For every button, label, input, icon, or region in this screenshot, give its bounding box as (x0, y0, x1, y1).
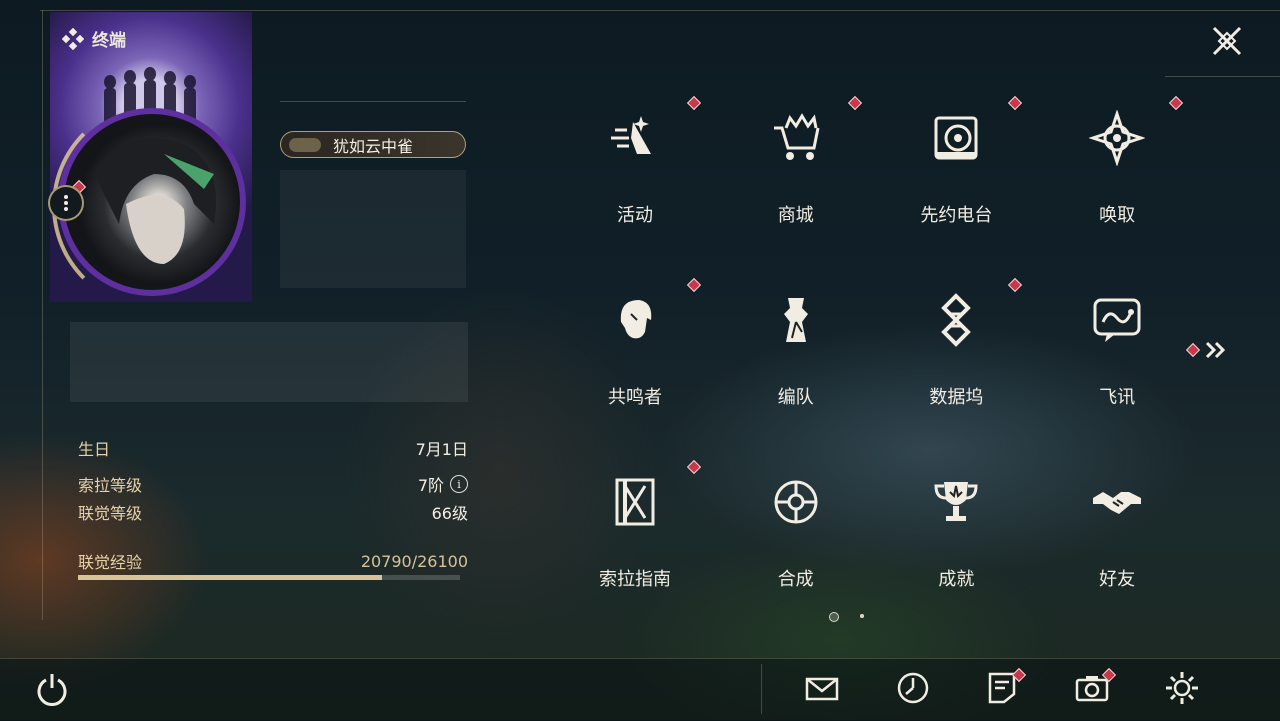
menu-tile-synthesis[interactable]: 合成 (716, 444, 876, 624)
exp-progress-bar (78, 575, 460, 580)
bottom-divider (761, 664, 762, 714)
next-page-button[interactable] (1185, 340, 1228, 360)
stat-value: 7阶 (417, 476, 444, 495)
stat-label: 联觉经验 (78, 553, 143, 572)
diamond-cluster-icon (62, 27, 84, 50)
menu-tile-label: 商城 (777, 205, 814, 226)
player-name: 犹如云中雀 (332, 136, 413, 156)
message-icon (1089, 292, 1145, 348)
notification-badge (686, 459, 702, 475)
menu-tile-label: 共鸣者 (608, 387, 662, 408)
event-icon (607, 110, 663, 166)
menu-tile-label: 索拉指南 (599, 569, 671, 590)
menu-tile-radio[interactable]: 先约电台 (876, 80, 1036, 260)
section-title-text: 终端 (92, 31, 126, 51)
notification-badge (847, 95, 862, 111)
menu-tile-shop[interactable]: 商城 (716, 80, 876, 260)
stat-birthday: 生日 7月1日 (78, 436, 468, 460)
profile-info-block (280, 170, 466, 288)
mail-button[interactable] (802, 668, 842, 708)
stat-label: 生日 (78, 440, 111, 459)
menu-tile-message[interactable]: 飞讯 (1037, 262, 1197, 442)
camera-button[interactable] (1072, 667, 1117, 708)
menu-tile-guidebook[interactable]: 索拉指南 (555, 444, 715, 624)
databank-icon (928, 292, 984, 348)
guidebook-icon (607, 474, 663, 530)
close-icon (1212, 26, 1242, 56)
notice-button[interactable] (982, 667, 1027, 708)
next-page-badge (1185, 342, 1201, 358)
info-icon[interactable]: i (450, 475, 468, 493)
stat-value: 20790/26100 (360, 551, 468, 571)
notification-badge (1008, 95, 1023, 111)
menu-tile-label: 成就 (938, 569, 975, 590)
mail-icon (805, 677, 839, 701)
power-icon (37, 674, 67, 706)
menu-tile-friends[interactable]: 好友 (1037, 444, 1197, 624)
team-icon (768, 292, 824, 348)
clock-button[interactable] (893, 668, 933, 708)
friends-icon (1089, 474, 1145, 530)
double-chevron-right-icon (1205, 341, 1226, 359)
stat-union-level: 联觉等级 66级 (78, 500, 468, 524)
menu-tile-resonator[interactable]: 共鸣者 (555, 262, 715, 442)
frame-right-curve (1165, 76, 1280, 77)
section-title: 终端 (62, 26, 126, 51)
stat-value: 7月1日 (415, 440, 468, 459)
menu-tile-team[interactable]: 编队 (716, 262, 876, 442)
page-indicator[interactable] (860, 614, 864, 618)
menu-tile-label: 先约电台 (920, 205, 993, 226)
resonator-icon (607, 292, 663, 348)
shop-icon (768, 110, 824, 166)
more-vertical-icon (64, 194, 68, 212)
notification-badge (686, 95, 702, 111)
signature-block[interactable] (70, 322, 468, 402)
page-indicator-active[interactable] (829, 612, 839, 622)
stat-sol-level: 索拉等级 7阶 i (78, 472, 468, 496)
player-name-tag[interactable]: 犹如云中雀 (280, 131, 466, 158)
stat-value: 66级 (431, 504, 468, 523)
menu-tile-label: 编队 (777, 387, 814, 408)
notification-badge (1169, 95, 1184, 111)
power-button[interactable] (32, 668, 72, 708)
stat-label: 索拉等级 (78, 476, 143, 495)
menu-tile-convene[interactable]: 唤取 (1037, 80, 1197, 260)
trophy-icon (928, 474, 984, 530)
menu-tile-event[interactable]: 活动 (555, 80, 715, 260)
stat-label: 联觉等级 (78, 504, 143, 523)
stat-value-wrap: 7阶 i (418, 472, 468, 496)
notification-badge (1008, 277, 1023, 293)
close-button[interactable] (1206, 20, 1248, 62)
convene-icon (1088, 109, 1146, 167)
notification-badge (686, 277, 702, 293)
exp-progress-fill (78, 575, 383, 580)
menu-tile-label: 唤取 (1099, 205, 1136, 226)
settings-button[interactable] (1162, 668, 1202, 708)
menu-tile-trophy[interactable]: 成就 (876, 444, 1036, 624)
settings-icon (1166, 672, 1198, 704)
frame-top-line (40, 10, 1280, 11)
clock-icon (897, 672, 929, 704)
synthesis-icon (768, 474, 824, 530)
stat-union-exp: 联觉经验 20790/26100 (78, 549, 468, 573)
menu-tile-databank[interactable]: 数据坞 (876, 262, 1036, 442)
avatar-portrait (94, 138, 216, 264)
menu-tile-label: 合成 (777, 569, 814, 590)
header-rule (280, 101, 466, 102)
menu-tile-label: 飞讯 (1099, 387, 1136, 408)
avatar[interactable] (58, 108, 246, 296)
menu-tile-label: 好友 (1099, 569, 1136, 590)
profile-menu-button[interactable] (48, 185, 84, 221)
menu-tile-label: 活动 (617, 205, 653, 226)
menu-tile-label: 数据坞 (929, 387, 984, 408)
radio-icon (928, 110, 984, 166)
frame-left-line (42, 10, 43, 620)
